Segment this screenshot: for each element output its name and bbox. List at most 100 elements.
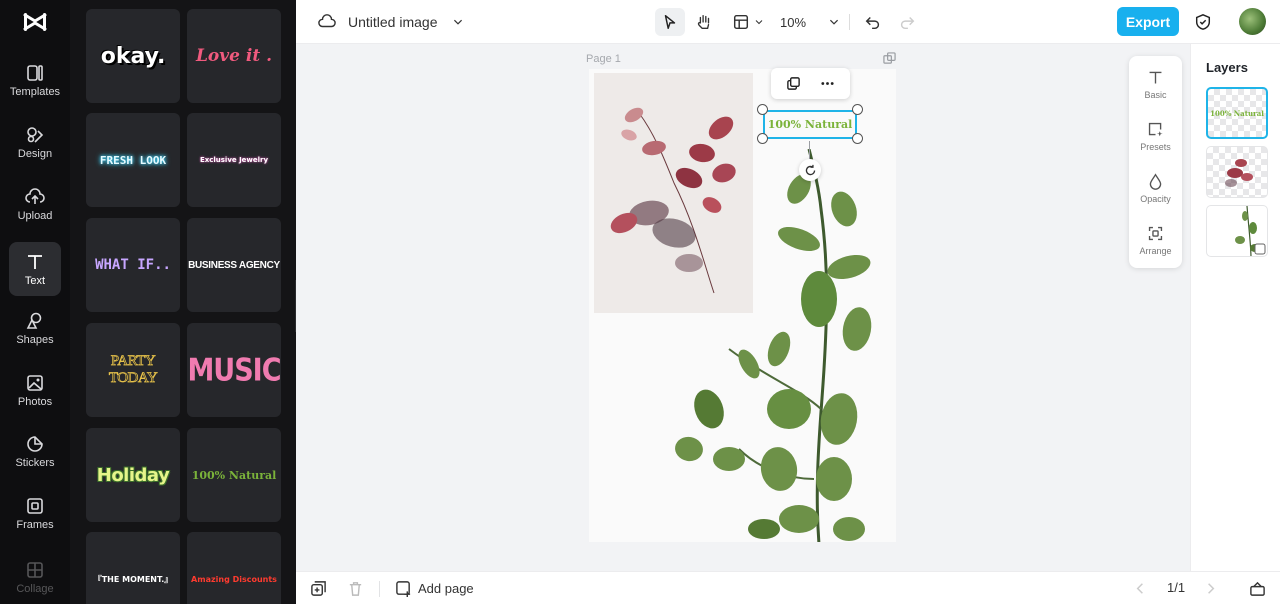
add-page-icon (396, 581, 411, 597)
text-preset-tile[interactable]: Love it . (187, 9, 281, 103)
resize-handle-bottom-left[interactable] (757, 133, 768, 144)
hand-tool-button[interactable] (691, 8, 717, 36)
text-preset-tile[interactable]: Holiday (86, 428, 180, 522)
cloud-save-button[interactable] (316, 8, 338, 36)
preset-business-agency: BUSINESS AGENCY (188, 259, 280, 271)
nav-upload[interactable]: Upload (9, 177, 61, 231)
redo-button[interactable] (895, 8, 919, 36)
duplicate-page-icon[interactable] (883, 52, 896, 65)
text-preset-tile[interactable]: Exclusive Jewelry (187, 113, 281, 207)
nav-templates[interactable]: Templates (9, 53, 61, 107)
resize-handle-top-left[interactable] (757, 104, 768, 115)
frames-icon (27, 497, 43, 514)
duplicate-page-button[interactable] (310, 580, 327, 597)
add-page-button[interactable]: Add page (395, 580, 474, 597)
chevron-down-icon (755, 20, 763, 25)
text-preset-tile[interactable]: FRESH LOOK (86, 113, 180, 207)
text-preset-tile[interactable]: WHAT IF.. (86, 218, 180, 312)
preset-party-today: PARTY TODAY (108, 353, 158, 387)
tool-arrange[interactable]: Arrange (1129, 216, 1182, 264)
layer-thumb-leaves[interactable] (1206, 146, 1268, 198)
duplicate-icon[interactable] (786, 76, 801, 91)
undo-button[interactable] (861, 8, 885, 36)
text-preset-tile[interactable]: PARTY TODAY (86, 323, 180, 417)
resize-handle-bottom-right[interactable] (852, 133, 863, 144)
select-tool-button[interactable] (655, 8, 685, 36)
canvas-text-100-natural: 100% Natural (767, 118, 853, 131)
bottom-toolbar: Add page 1/1 (296, 571, 1280, 604)
nav-photos[interactable]: Photos (9, 363, 61, 417)
user-avatar[interactable] (1239, 8, 1266, 35)
hand-icon (697, 15, 710, 29)
export-button[interactable]: Export (1117, 7, 1179, 36)
opacity-icon (1149, 172, 1162, 190)
shapes-icon (26, 312, 42, 329)
duplicate-page-icon (311, 581, 326, 596)
prev-page-button[interactable] (1132, 580, 1149, 597)
layout-icon (733, 14, 749, 30)
text-preset-tile[interactable]: Amazing Discounts (187, 532, 281, 604)
upload-icon (25, 187, 45, 204)
nav-text[interactable]: Text (9, 242, 61, 296)
zoom-dropdown[interactable]: 10% (780, 8, 840, 36)
text-icon (1149, 71, 1162, 83)
editor-app: Templates Design Upload Text Shapes Phot… (0, 0, 1280, 604)
tool-presets[interactable]: Presets (1129, 112, 1182, 160)
nav-collage[interactable]: Collage (9, 550, 61, 604)
page-counter: 1/1 (1167, 580, 1186, 595)
next-page-button[interactable] (1202, 580, 1219, 597)
preset-exclusive-jewelry: Exclusive Jewelry (199, 156, 269, 164)
add-page-label: Add page (418, 581, 474, 596)
nav-shapes[interactable]: Shapes (9, 301, 61, 355)
resize-handle-top-right[interactable] (852, 104, 863, 115)
toolbar-divider (379, 581, 380, 597)
tool-label: Basic (1144, 89, 1167, 100)
preset-music: MUSIC (187, 352, 281, 388)
nav-stickers[interactable]: Stickers (9, 424, 61, 478)
undo-icon (865, 16, 880, 30)
chevron-right-icon (1208, 583, 1215, 594)
preset-what-if: WHAT IF.. (95, 257, 171, 273)
text-preset-tile[interactable]: okay. (86, 9, 180, 103)
more-options-icon[interactable] (820, 76, 835, 91)
nav-label: Frames (16, 518, 54, 531)
resize-dropdown[interactable] (729, 8, 767, 36)
delete-page-button[interactable] (347, 580, 364, 597)
tool-opacity[interactable]: Opacity (1129, 164, 1182, 212)
canvas-workspace[interactable]: Page 1 100% Natural (296, 44, 1190, 571)
text-preset-tile[interactable]: 『THE MOMENT.』 (86, 532, 180, 604)
layer-thumb-text[interactable]: 100% Natural (1206, 87, 1268, 139)
rotate-handle[interactable] (799, 159, 821, 181)
selected-text-element[interactable]: 100% Natural (763, 110, 857, 139)
redo-icon (900, 16, 915, 30)
capcut-logo[interactable] (21, 8, 49, 36)
security-button[interactable] (1192, 8, 1214, 36)
nav-design[interactable]: Design (9, 115, 61, 169)
nav-frames[interactable]: Frames (9, 486, 61, 540)
page-manager-button[interactable] (1249, 580, 1266, 597)
text-preset-tile[interactable]: BUSINESS AGENCY (187, 218, 281, 312)
preset-amazing-discounts: Amazing Discounts (191, 574, 277, 584)
layer-thumb-background[interactable] (1206, 205, 1268, 257)
tool-label: Presets (1140, 141, 1171, 152)
photos-icon (27, 374, 43, 391)
text-preset-tile[interactable]: MUSIC (187, 323, 281, 417)
nav-label: Stickers (15, 456, 55, 469)
text-icon (28, 254, 42, 269)
cursor-icon (664, 14, 676, 30)
arrange-icon (1148, 226, 1163, 240)
layers-title: Layers (1206, 60, 1248, 75)
text-preset-tile[interactable]: 100% Natural (187, 428, 281, 522)
page-label: Page 1 (586, 53, 621, 65)
shield-icon (1195, 14, 1211, 30)
tool-basic[interactable]: Basic (1129, 60, 1182, 108)
design-page[interactable] (589, 69, 896, 542)
document-title-dropdown[interactable]: Untitled image (348, 8, 472, 36)
nav-label: Photos (17, 395, 53, 408)
rotate-icon (805, 164, 815, 175)
chevron-left-icon (1136, 583, 1143, 594)
tool-label: Arrange (1139, 245, 1172, 256)
preset-holiday: Holiday (96, 464, 170, 486)
leaves-thumbnail (1225, 159, 1253, 187)
rotate-connector (809, 141, 810, 159)
